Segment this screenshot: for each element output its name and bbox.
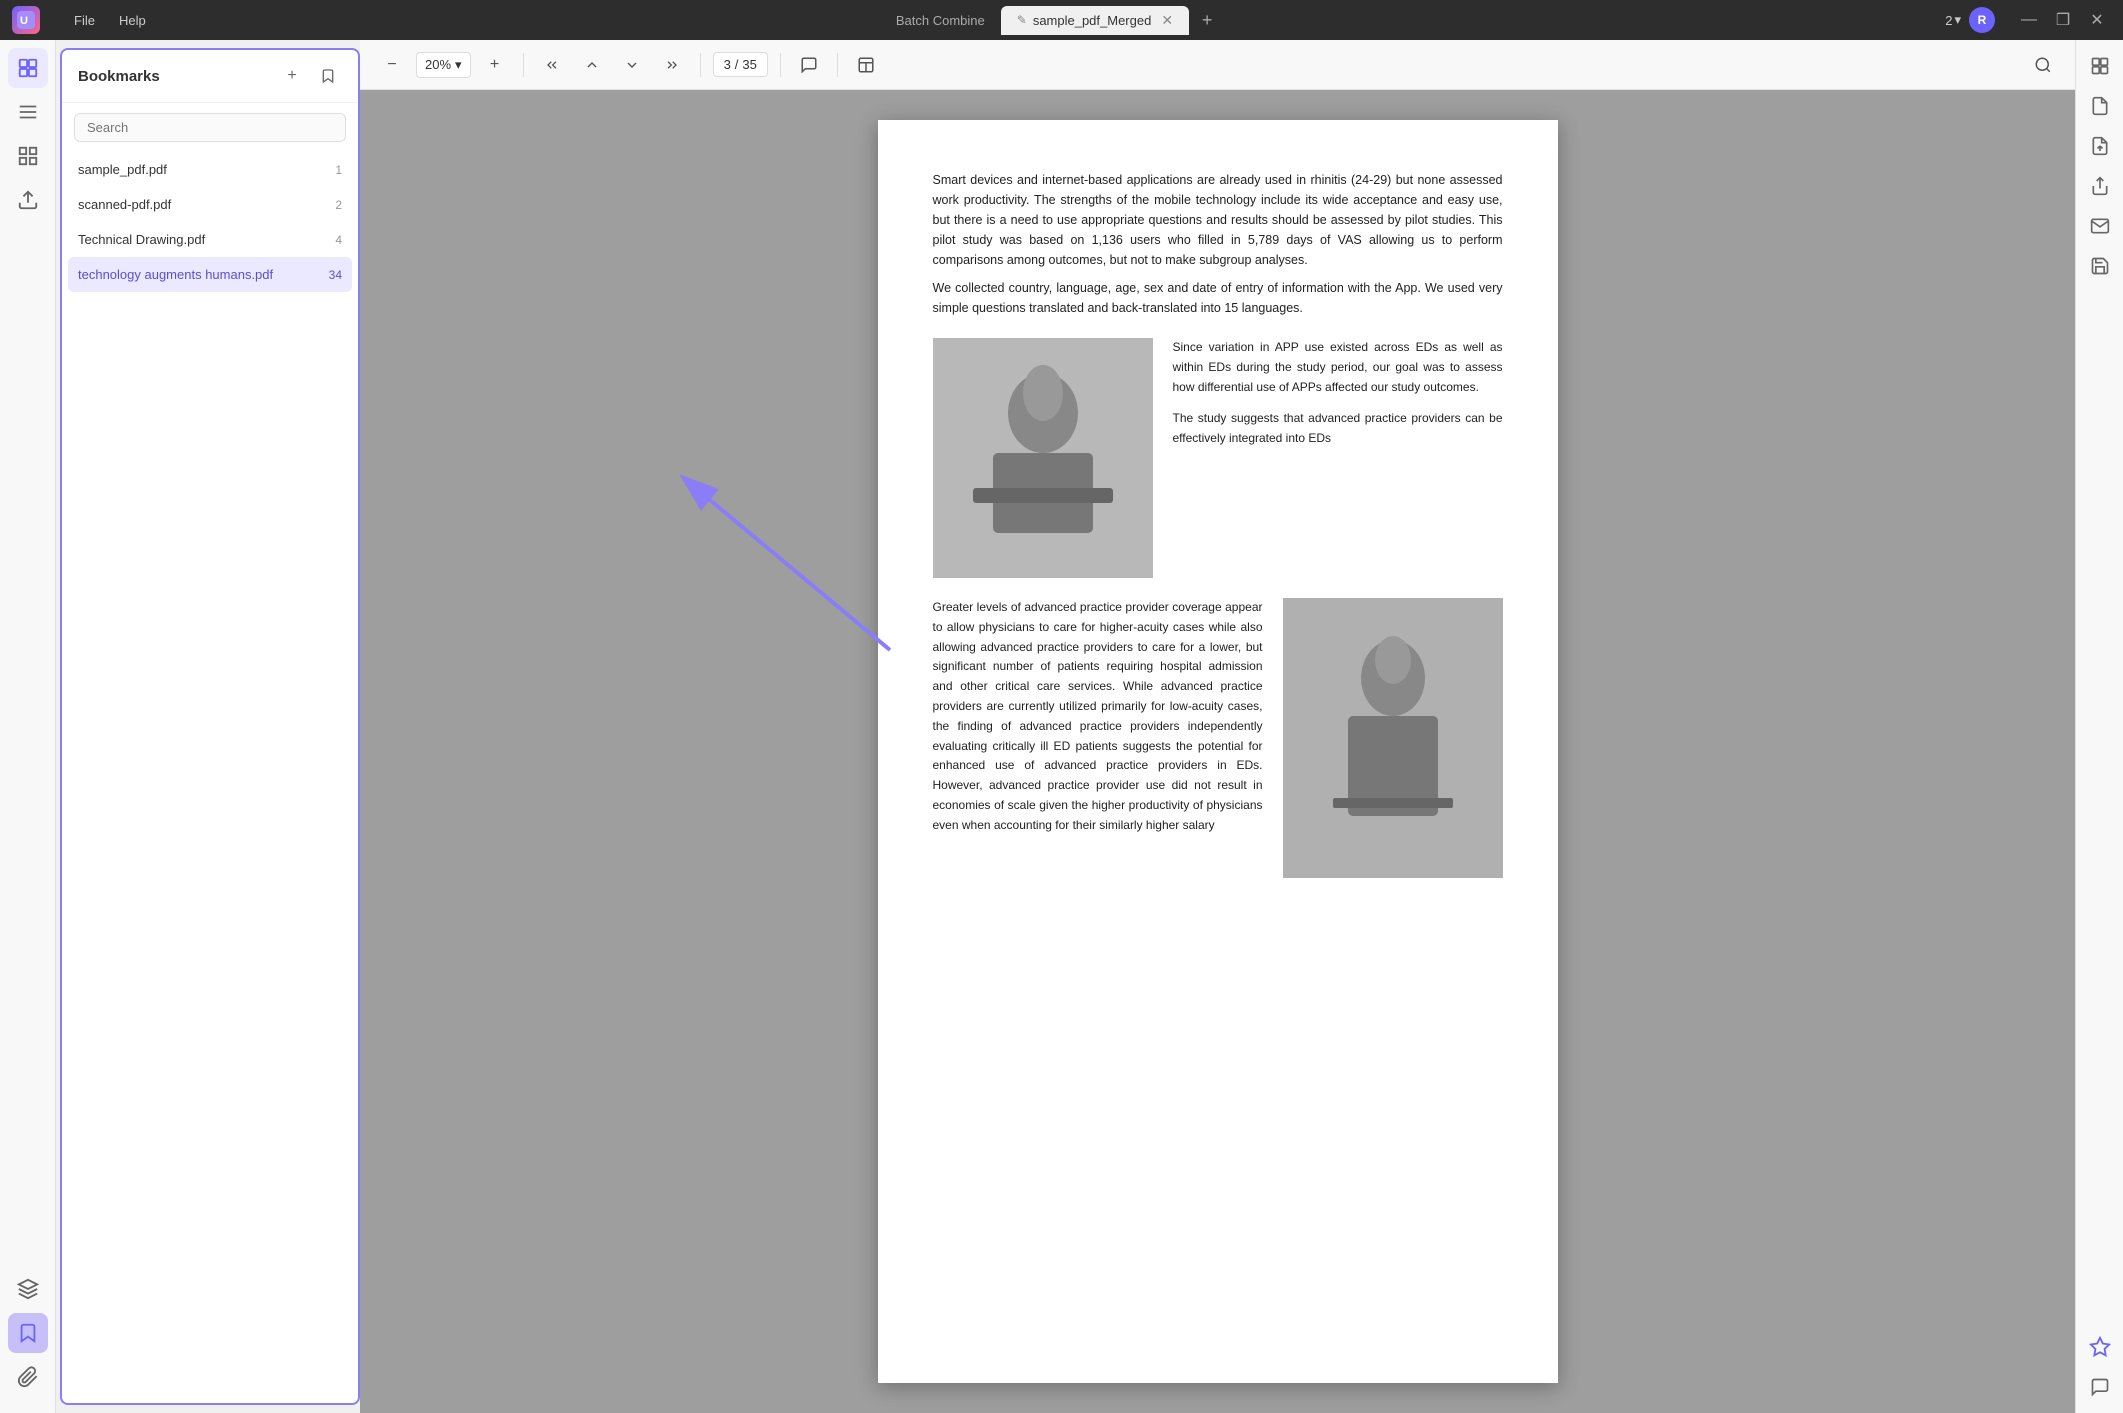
bookmark-item-0[interactable]: sample_pdf.pdf 1: [62, 152, 358, 187]
add-bookmark-button[interactable]: +: [278, 62, 306, 90]
titlebar-tabs: Batch Combine ✎ sample_pdf_Merged ✕ +: [164, 6, 1938, 35]
help-menu[interactable]: Help: [109, 9, 156, 32]
nav-last-button[interactable]: [656, 49, 688, 81]
nav-first-button[interactable]: [536, 49, 568, 81]
titlebar: U File Help Batch Combine ✎ sample_pdf_M…: [0, 0, 2123, 40]
right-comment-btn[interactable]: [2082, 1369, 2118, 1405]
sidebar-item-thumbnail[interactable]: [8, 48, 48, 88]
bookmark-item-3[interactable]: technology augments humans.pdf 34: [68, 257, 352, 292]
pdf-two-col-section-2: Greater levels of advanced practice prov…: [933, 598, 1503, 878]
bookmarks-panel: Bookmarks + sample_pdf.pdf 1 scanned-pdf…: [60, 48, 360, 1405]
toolbar-separator-4: [837, 53, 838, 77]
right-sidebar: [2075, 40, 2123, 1413]
batch-combine-tab[interactable]: Batch Combine: [880, 7, 1001, 34]
tab-close-button[interactable]: ✕: [1161, 12, 1173, 29]
main-layout: Bookmarks + sample_pdf.pdf 1 scanned-pdf…: [0, 40, 2123, 1413]
zoom-out-button[interactable]: −: [376, 49, 408, 81]
zoom-in-button[interactable]: +: [479, 49, 511, 81]
current-page[interactable]: 3: [724, 57, 731, 72]
left-sidebar: [0, 40, 56, 1413]
right-save-btn[interactable]: [2082, 248, 2118, 284]
comment-button[interactable]: [793, 49, 825, 81]
sidebar-item-paperclip[interactable]: [8, 1357, 48, 1397]
close-button[interactable]: ✕: [2083, 6, 2111, 34]
pdf-two-col-section: Since variation in APP use existed acros…: [933, 338, 1503, 578]
pdf-image-bottom: [1283, 598, 1503, 878]
bookmarks-search-input[interactable]: [74, 113, 346, 142]
center-content: − 20% ▾ +: [360, 40, 2075, 1413]
add-tab-button[interactable]: +: [1193, 6, 1221, 34]
pdf-page: Smart devices and internet-based applica…: [878, 120, 1558, 1383]
nav-next-button[interactable]: [616, 49, 648, 81]
tab-dirty-icon: ✎: [1017, 13, 1027, 27]
right-doc-btn[interactable]: [2082, 88, 2118, 124]
window-controls: — ❒ ✕: [2015, 6, 2111, 34]
titlebar-right: 2 ▾ R — ❒ ✕: [1945, 6, 2111, 34]
titlebar-menu: File Help: [64, 9, 156, 32]
sidebar-item-outline[interactable]: [8, 92, 48, 132]
right-email-btn[interactable]: [2082, 208, 2118, 244]
svg-text:U: U: [20, 15, 28, 27]
pdf-right-col-text: Since variation in APP use existed acros…: [1173, 338, 1503, 578]
minimize-button[interactable]: —: [2015, 6, 2043, 34]
main-toolbar: − 20% ▾ +: [360, 40, 2075, 90]
sidebar-item-attachment[interactable]: [8, 180, 48, 220]
toolbar-separator-2: [700, 53, 701, 77]
layout-button[interactable]: [850, 49, 882, 81]
sidebar-bottom: [8, 1269, 48, 1405]
nav-prev-button[interactable]: [576, 49, 608, 81]
sample-pdf-merged-tab[interactable]: ✎ sample_pdf_Merged ✕: [1001, 6, 1189, 35]
file-menu[interactable]: File: [64, 9, 105, 32]
right-thumbnail-btn[interactable]: [2082, 48, 2118, 84]
bookmarks-list: sample_pdf.pdf 1 scanned-pdf.pdf 2 Techn…: [62, 152, 358, 1403]
page-display: 3 / 35: [713, 52, 768, 77]
sidebar-item-layers[interactable]: [8, 1269, 48, 1309]
bookmark-item-2[interactable]: Technical Drawing.pdf 4: [62, 222, 358, 257]
person-image-1: [933, 338, 1153, 578]
right-extract-btn[interactable]: [2082, 128, 2118, 164]
pdf-left-col-text: Greater levels of advanced practice prov…: [933, 598, 1263, 878]
sidebar-item-grid[interactable]: [8, 136, 48, 176]
window-count[interactable]: 2 ▾: [1945, 12, 1961, 28]
right-share-btn[interactable]: [2082, 168, 2118, 204]
page-sep: /: [735, 57, 739, 72]
pdf-image-top: [933, 338, 1153, 578]
pdf-paragraph-1: Smart devices and internet-based applica…: [933, 170, 1503, 318]
app-logo: U: [12, 6, 40, 34]
toolbar-separator-1: [523, 53, 524, 77]
bookmark-item-1[interactable]: scanned-pdf.pdf 2: [62, 187, 358, 222]
updf-logo-icon: U: [12, 6, 40, 34]
sidebar-item-bookmarks[interactable]: [8, 1313, 48, 1353]
toolbar-separator-3: [780, 53, 781, 77]
annotation-arrow: [660, 470, 910, 670]
tab-name: sample_pdf_Merged: [1033, 13, 1152, 28]
bookmarks-title: Bookmarks: [78, 68, 160, 85]
person-image-2: [1283, 598, 1503, 878]
zoom-level-display[interactable]: 20% ▾: [416, 52, 471, 78]
user-avatar[interactable]: R: [1969, 7, 1995, 33]
bookmarks-header: Bookmarks +: [62, 50, 358, 103]
bookmark-icon-button[interactable]: [314, 62, 342, 90]
total-pages: 35: [742, 57, 756, 72]
maximize-button[interactable]: ❒: [2049, 6, 2077, 34]
search-button[interactable]: [2027, 49, 2059, 81]
right-ai-btn[interactable]: [2082, 1329, 2118, 1365]
pdf-viewport[interactable]: Smart devices and internet-based applica…: [360, 90, 2075, 1413]
bookmarks-header-actions: +: [278, 62, 342, 90]
